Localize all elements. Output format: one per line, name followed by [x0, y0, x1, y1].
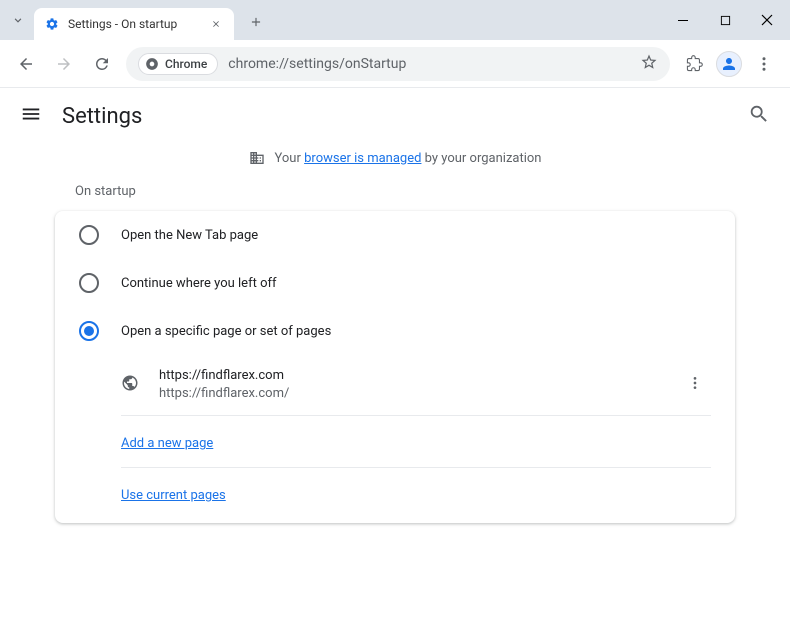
menu-button[interactable] [20, 103, 42, 129]
star-icon [640, 53, 658, 71]
page-title: Settings [62, 104, 728, 129]
tab-search-button[interactable] [6, 8, 30, 32]
browser-tab[interactable]: Settings - On startup [34, 8, 234, 40]
puzzle-icon [686, 55, 703, 72]
dots-vertical-icon [755, 55, 773, 73]
chevron-down-icon [11, 13, 25, 27]
omnibox[interactable]: Chrome chrome://settings/onStartup [126, 47, 670, 81]
arrow-right-icon [55, 55, 73, 73]
reload-button[interactable] [88, 50, 116, 78]
site-chip[interactable]: Chrome [138, 53, 218, 75]
use-current-pages-link[interactable]: Use current pages [121, 488, 226, 503]
hamburger-icon [20, 103, 42, 125]
link-row: Add a new page [121, 416, 711, 468]
back-button[interactable] [12, 50, 40, 78]
radio-option-continue[interactable]: Continue where you left off [55, 259, 735, 307]
gear-icon [44, 16, 60, 32]
add-new-page-link[interactable]: Add a new page [121, 436, 213, 451]
globe-icon [121, 374, 139, 396]
profile-button[interactable] [716, 51, 742, 77]
radio-button-selected [79, 321, 99, 341]
close-icon [761, 14, 773, 26]
managed-link[interactable]: browser is managed [304, 151, 421, 166]
extensions-button[interactable] [680, 50, 708, 78]
search-button[interactable] [748, 103, 770, 129]
window-controls [668, 5, 782, 35]
settings-header: Settings [0, 88, 790, 144]
radio-button [79, 273, 99, 293]
managed-suffix: by your organization [421, 151, 541, 166]
radio-option-specific-page[interactable]: Open a specific page or set of pages [55, 307, 735, 355]
section-label: On startup [55, 184, 735, 211]
bookmark-button[interactable] [640, 53, 658, 75]
close-icon [211, 19, 221, 29]
startup-page-url: https://findflarex.com/ [159, 385, 659, 403]
startup-page-title: https://findflarex.com [159, 367, 659, 385]
close-window-button[interactable] [752, 5, 782, 35]
startup-card: Open the New Tab page Continue where you… [55, 211, 735, 523]
radio-label: Continue where you left off [121, 276, 277, 291]
radio-label: Open a specific page or set of pages [121, 324, 331, 339]
maximize-button[interactable] [710, 5, 740, 35]
forward-button[interactable] [50, 50, 78, 78]
url-text: chrome://settings/onStartup [228, 56, 630, 72]
chrome-logo-icon [145, 57, 159, 71]
radio-label: Open the New Tab page [121, 228, 258, 243]
radio-button [79, 225, 99, 245]
minimize-button[interactable] [668, 5, 698, 35]
plus-icon [249, 15, 263, 29]
address-bar: Chrome chrome://settings/onStartup [0, 40, 790, 88]
maximize-icon [720, 15, 731, 26]
tab-close-button[interactable] [208, 16, 224, 32]
radio-option-new-tab[interactable]: Open the New Tab page [55, 211, 735, 259]
building-icon [249, 150, 265, 166]
chrome-menu-button[interactable] [750, 50, 778, 78]
arrow-left-icon [17, 55, 35, 73]
managed-banner: Your browser is managed by your organiza… [0, 144, 790, 184]
dots-vertical-icon [687, 375, 703, 391]
minimize-icon [677, 14, 689, 26]
person-icon [720, 55, 738, 73]
link-row: Use current pages [121, 468, 711, 523]
tab-title: Settings - On startup [68, 17, 200, 31]
new-tab-button[interactable] [242, 8, 270, 36]
reload-icon [93, 55, 111, 73]
search-icon [748, 103, 770, 125]
page-actions-button[interactable] [679, 367, 711, 403]
window-titlebar: Settings - On startup [0, 0, 790, 40]
managed-prefix: Your [275, 151, 305, 166]
site-chip-label: Chrome [165, 57, 207, 71]
startup-page-row: https://findflarex.com https://findflare… [121, 355, 711, 416]
